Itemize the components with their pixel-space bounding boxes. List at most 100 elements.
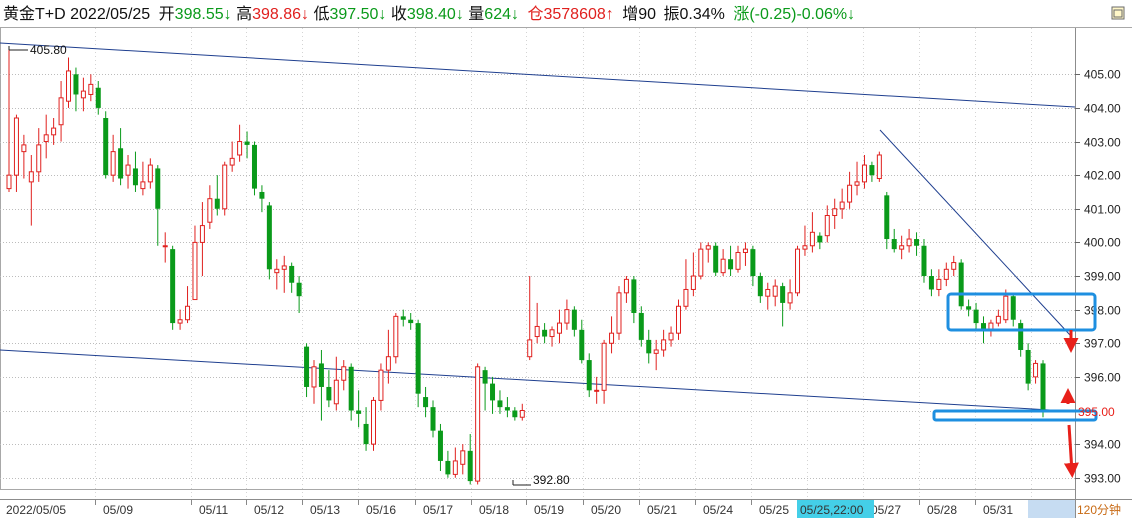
candle-body: [601, 342, 607, 391]
y-tick-label-0: 405.00: [1084, 68, 1121, 82]
candle-body: [199, 225, 205, 243]
y-tick-label-6: 399.00: [1084, 270, 1121, 284]
candle-body: [951, 262, 957, 270]
candle-body: [274, 268, 280, 274]
candle-body: [802, 245, 808, 250]
candle-body: [936, 278, 942, 290]
candle-body: [839, 201, 845, 210]
candle-body: [943, 268, 949, 280]
candle-body: [229, 157, 235, 166]
candle-body: [542, 329, 548, 337]
candle-body: [140, 181, 146, 190]
candle-body: [564, 309, 570, 324]
y-tick-label-12: 393.00: [1084, 472, 1121, 486]
candle-body: [623, 278, 629, 294]
candle-body: [393, 315, 399, 358]
candle: [371, 397, 377, 451]
y-tick-label-1: 404.00: [1084, 102, 1121, 116]
max-value-label: 405.80: [30, 43, 67, 57]
candle-body: [661, 339, 667, 351]
candle: [713, 242, 719, 277]
chart-svg: 405.00 404.00 403.00 402.00 401.00 400.00 399.…: [0, 0, 1132, 518]
candle-body: [482, 370, 488, 384]
candle: [170, 245, 176, 330]
candle-body: [1003, 295, 1009, 321]
candle-body: [1010, 296, 1016, 320]
price-change: 涨(-0.25)-0.06%↓: [733, 5, 855, 23]
candle: [222, 161, 228, 216]
x-tick-label-12: 05/25: [759, 503, 789, 517]
x-tick-label-9: 05/20: [591, 503, 621, 517]
y-tick-label-9: 396.00: [1084, 371, 1121, 385]
candle-body: [21, 144, 27, 153]
candle-body: [356, 410, 362, 414]
candle-body: [1018, 323, 1024, 350]
candle-body: [452, 460, 458, 475]
candle-body: [244, 141, 250, 145]
x-tick-labels: 2022/05/05 05/09 05/11 05/12 05/13 05/16 05/17…: [6, 499, 1069, 517]
cursor-date-label: 05/25,22:00: [800, 503, 864, 517]
candle-body: [772, 285, 778, 297]
candle-body: [155, 168, 161, 209]
volume-label: 量: [468, 6, 484, 23]
oi-change: 增90: [622, 5, 656, 23]
candle-body: [586, 360, 592, 391]
candle-body: [534, 325, 540, 338]
candle-body: [884, 195, 890, 240]
candle: [1040, 360, 1046, 418]
candle-body: [594, 389, 600, 392]
candle-body: [110, 151, 116, 176]
candle-body: [690, 275, 696, 290]
candle-body: [237, 141, 243, 156]
x-tick-label-2: 05/11: [199, 503, 228, 517]
candle: [251, 141, 257, 196]
quote-header: 黄金T+D 2022/05/25 开398.55↓ 高398.86↓ 低397.…: [3, 5, 855, 23]
candle-body: [318, 363, 324, 387]
candle-body: [490, 383, 496, 401]
low-label: 低: [313, 5, 329, 23]
candle-body: [185, 305, 191, 321]
candle-body: [460, 450, 466, 465]
candle-body: [423, 397, 429, 408]
candle-body: [512, 410, 518, 418]
x-tick-label-3: 05/12: [254, 503, 284, 517]
candle-body: [809, 231, 815, 247]
candle-body: [192, 241, 198, 301]
candle-body: [750, 249, 756, 277]
candle-body: [170, 249, 176, 324]
candle: [393, 313, 399, 364]
candle-body: [609, 332, 615, 344]
x-tick-label-11: 05/24: [703, 503, 733, 517]
candle-body: [222, 164, 228, 210]
candle-body: [28, 171, 34, 183]
candle-body: [66, 70, 72, 102]
candle-body: [214, 198, 220, 209]
candle-body: [958, 262, 964, 307]
y-tick-label-5: 400.00: [1084, 236, 1121, 250]
candle-body: [921, 245, 927, 277]
candle-body: [876, 154, 882, 180]
timeframe-label[interactable]: 120分钟: [1077, 502, 1121, 517]
candle-body: [698, 248, 704, 277]
x-tick-label-4: 05/13: [310, 503, 340, 517]
candle-body: [527, 339, 533, 358]
candle-body: [579, 329, 585, 361]
candle-body: [861, 164, 867, 183]
candle-body: [415, 323, 421, 394]
open-value: 398.55↓: [175, 6, 232, 23]
low-value: 397.50↓: [329, 6, 386, 23]
candle: [266, 202, 272, 280]
high-value: 398.86↓: [252, 6, 309, 23]
candle-body: [1040, 363, 1046, 411]
candle-body: [869, 165, 875, 176]
candle-body: [333, 379, 339, 405]
candle-body: [281, 265, 287, 270]
candle-body: [675, 305, 681, 334]
candle-body: [400, 316, 406, 320]
candle-body: [348, 366, 354, 411]
window-restore-button[interactable]: [1111, 6, 1125, 20]
candle-body: [147, 164, 153, 183]
candle-body: [408, 319, 414, 324]
x-tick-label-14: 05/27: [871, 503, 901, 517]
candle-body: [854, 181, 860, 186]
